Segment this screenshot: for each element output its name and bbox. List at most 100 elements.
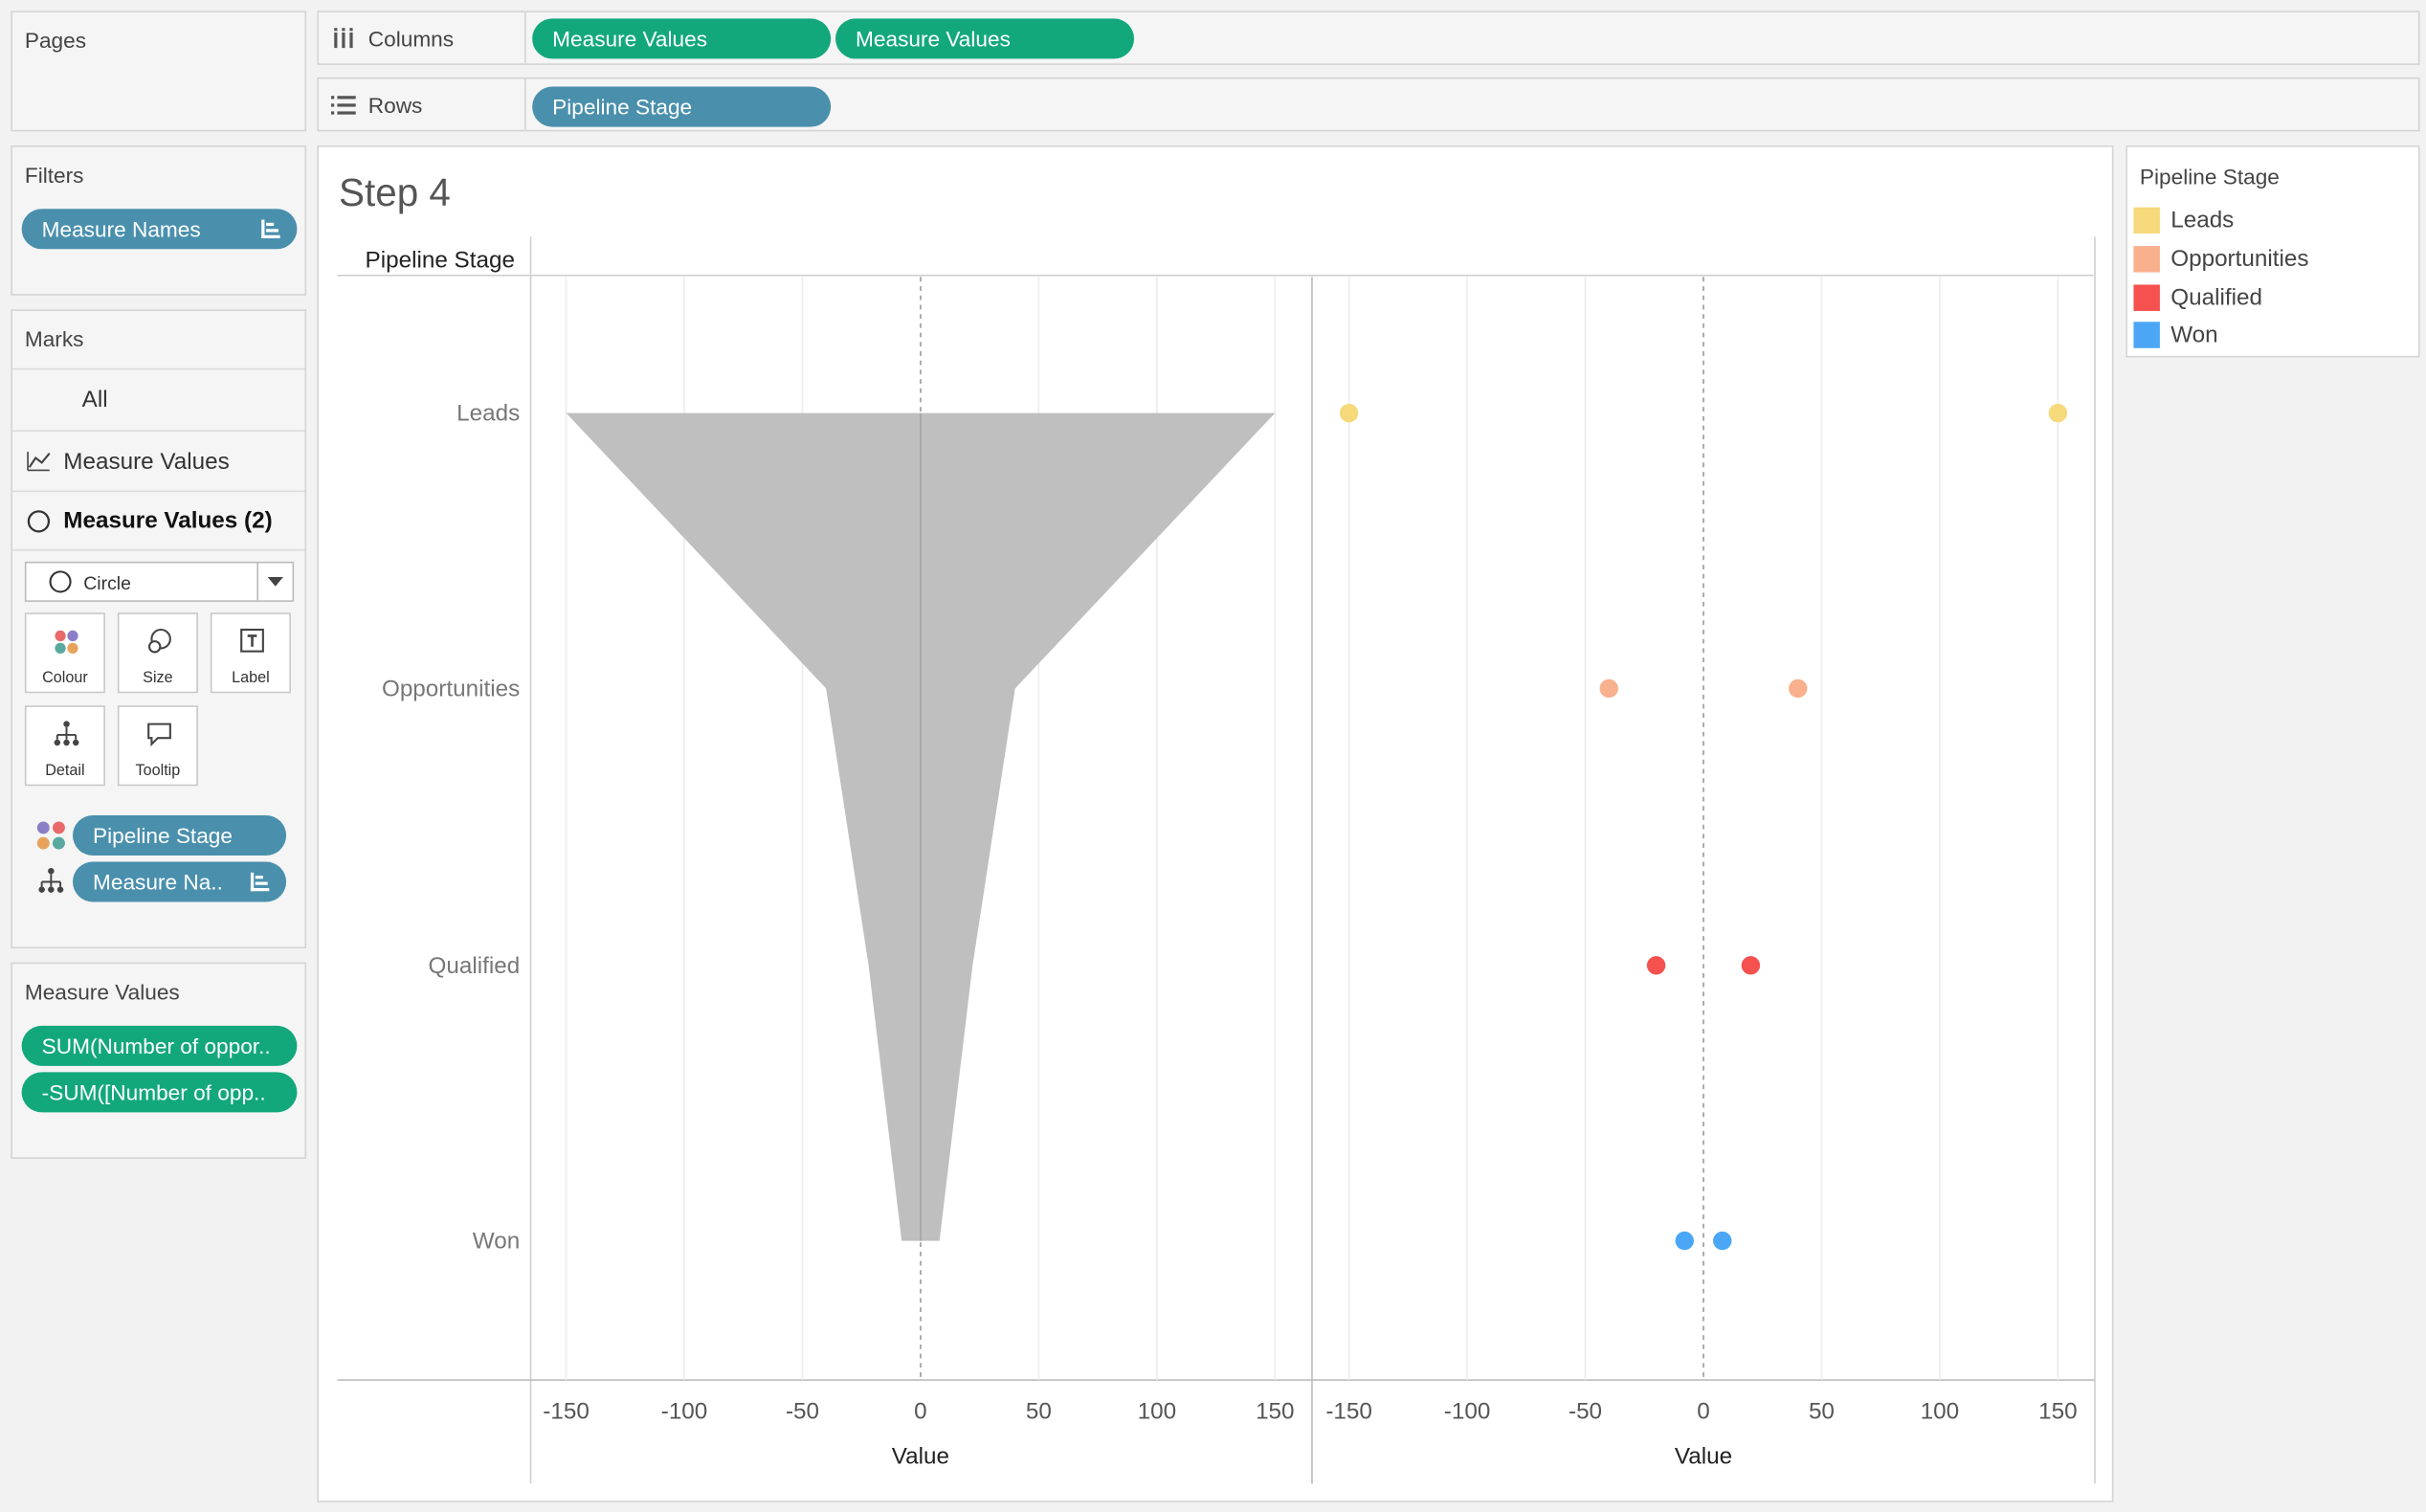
- dot-qualified-1: [1646, 956, 1666, 975]
- rows-icon: [330, 95, 356, 114]
- legend-item-opportunities[interactable]: Opportunities: [2133, 246, 2309, 273]
- pages-card[interactable]: Pages: [11, 11, 307, 132]
- marks-tab-measure-values-2[interactable]: Measure Values (2): [11, 490, 305, 551]
- marks-tab-measure-values-label: Measure Values: [63, 448, 230, 475]
- detail-button[interactable]: Detail: [24, 705, 105, 787]
- colour-button[interactable]: Colour: [24, 612, 105, 694]
- legend-swatch-qualified: [2133, 284, 2160, 311]
- row-label-won: Won: [473, 1229, 520, 1255]
- x-tick-label: 50: [1809, 1399, 1835, 1425]
- legend-label-opportunities: Opportunities: [2170, 246, 2309, 273]
- marks-tab-all[interactable]: All: [11, 367, 305, 431]
- area-mark-icon: [27, 452, 51, 472]
- x-tick-label: 0: [1697, 1399, 1710, 1425]
- legend-label-qualified: Qualified: [2170, 284, 2262, 311]
- row-header-label: Pipeline Stage: [366, 248, 515, 274]
- x-tick-label: 100: [1921, 1399, 1959, 1425]
- x-axis-title: Value: [1675, 1443, 1732, 1469]
- columns-pill-measure-values-1[interactable]: Measure Values: [532, 18, 832, 59]
- measure-value-pill-2[interactable]: -SUM([Number of opp..: [21, 1072, 298, 1113]
- columns-pill-measure-values-2[interactable]: Measure Values: [835, 18, 1135, 59]
- legend-item-qualified[interactable]: Qualified: [2133, 284, 2262, 311]
- marks-tab-measure-values-2-label: Measure Values (2): [63, 507, 273, 534]
- x-tick-label: -100: [1444, 1399, 1491, 1425]
- circle-icon: [49, 570, 72, 593]
- tooltip-button[interactable]: Tooltip: [117, 705, 198, 787]
- x-tick-label: 150: [1256, 1399, 1294, 1425]
- x-tick-label: 0: [914, 1399, 927, 1425]
- detail-encoding-icon: [38, 867, 64, 893]
- columns-label: Columns: [367, 25, 455, 51]
- measure-values-card[interactable]: Measure Values SUM(Number of oppor.. -SU…: [11, 962, 307, 1159]
- filters-card[interactable]: Filters Measure Names: [11, 145, 307, 296]
- legend-label-leads: Leads: [2170, 207, 2235, 234]
- filter-pill-label: Measure Names: [41, 216, 201, 242]
- x-tick-label: 100: [1138, 1399, 1176, 1425]
- dot-opportunities-1: [1599, 678, 1618, 699]
- filters-title: Filters: [24, 162, 84, 188]
- marks-title: Marks: [24, 326, 84, 351]
- detail-label: Detail: [45, 763, 85, 780]
- filter-icon: [250, 872, 270, 892]
- x-tick-label: 150: [2038, 1399, 2077, 1425]
- label-button[interactable]: Label: [210, 612, 291, 694]
- circle-mark-icon: [27, 509, 51, 532]
- worksheet-view: Step 4 Pipeline Stage Leads Opportunities Q…: [317, 145, 2114, 1502]
- rows-shelf[interactable]: Rows Pipeline Stage: [317, 77, 2420, 132]
- x-tick-label: 50: [1026, 1399, 1052, 1425]
- mark-type-dropdown[interactable]: Circle: [24, 561, 295, 602]
- legend-title: Pipeline Stage: [2139, 164, 2280, 189]
- x-axis-title: Value: [892, 1443, 949, 1469]
- row-label-opportunities: Opportunities: [382, 677, 520, 702]
- columns-shelf-label: Columns: [331, 12, 454, 63]
- rows-pill-pipeline-stage[interactable]: Pipeline Stage: [532, 86, 832, 127]
- colour-label: Colour: [42, 670, 88, 687]
- measure-value-pill-1[interactable]: SUM(Number of oppor..: [21, 1025, 298, 1066]
- dot-won-1: [1675, 1231, 1694, 1251]
- filter-icon: [261, 219, 280, 238]
- pages-title: Pages: [24, 28, 87, 53]
- legend-swatch-leads: [2133, 207, 2160, 234]
- columns-shelf[interactable]: Columns Measure Values Measure Values: [317, 11, 2420, 65]
- x-tick-label: -50: [786, 1399, 819, 1425]
- colour-encoding-icon: [36, 821, 65, 850]
- marks-card: Marks All Measure Values Measure Values …: [11, 309, 307, 949]
- detail-pill-label: Measure Na..: [93, 869, 223, 895]
- colour-pill-pipeline-stage[interactable]: Pipeline Stage: [72, 815, 287, 856]
- measure-values-title: Measure Values: [24, 979, 180, 1005]
- mark-type-label: Circle: [83, 572, 131, 594]
- dot-qualified-0: [1741, 956, 1761, 975]
- legend-item-won[interactable]: Won: [2133, 322, 2218, 348]
- size-label: Size: [143, 670, 173, 687]
- legend-item-leads[interactable]: Leads: [2133, 207, 2235, 234]
- size-button[interactable]: Size: [117, 612, 198, 694]
- size-icon: [147, 628, 171, 654]
- dot-opportunities-0: [1789, 678, 1808, 699]
- colour-legend: Pipeline Stage Leads Opportunities Quali…: [2126, 145, 2420, 358]
- legend-label-won: Won: [2170, 322, 2218, 348]
- colour-icon: [55, 630, 78, 655]
- viz-canvas: Pipeline Stage Leads Opportunities Qualifie…: [337, 236, 2096, 1484]
- marks-tab-measure-values[interactable]: Measure Values: [11, 430, 305, 490]
- row-label-leads: Leads: [456, 401, 520, 427]
- tooltip-icon: [147, 723, 171, 747]
- rows-label: Rows: [367, 92, 423, 118]
- x-tick-label: -150: [543, 1399, 590, 1425]
- label-icon: [240, 628, 264, 653]
- dot-leads-0: [2048, 403, 2068, 423]
- detail-icon: [54, 721, 79, 746]
- x-tick-label: -100: [661, 1399, 708, 1425]
- marks-tab-all-label: All: [81, 387, 108, 413]
- chevron-down-icon: [267, 577, 283, 587]
- dot-won-0: [1713, 1231, 1732, 1251]
- detail-pill-measure-names[interactable]: Measure Na..: [72, 861, 287, 902]
- rows-shelf-label: Rows: [330, 78, 423, 129]
- columns-icon: [334, 27, 353, 48]
- dot-leads-1: [1339, 403, 1359, 423]
- x-tick-label: -150: [1325, 1399, 1372, 1425]
- tooltip-label: Tooltip: [135, 763, 181, 780]
- legend-swatch-opportunities: [2133, 246, 2160, 273]
- label-label: Label: [232, 670, 270, 687]
- filter-pill-measure-names[interactable]: Measure Names: [21, 209, 298, 250]
- x-tick-label: -50: [1569, 1399, 1602, 1425]
